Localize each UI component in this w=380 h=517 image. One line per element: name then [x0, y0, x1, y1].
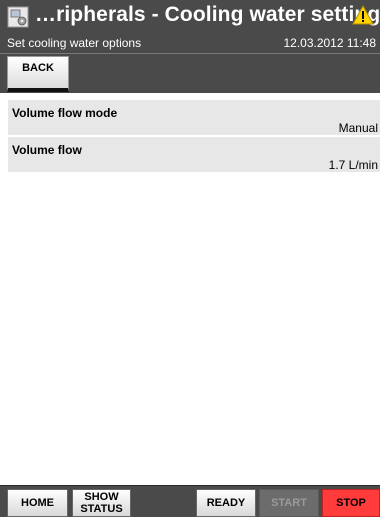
setting-row-volume-flow[interactable]: Volume flow 1.7 L/min — [8, 137, 380, 172]
page-subtitle: Set cooling water options — [7, 36, 142, 50]
date-time: 12.03.2012 11:48 — [283, 36, 376, 50]
setting-value: 1.7 L/min — [328, 158, 378, 172]
toolbar: BACK — [0, 53, 380, 93]
page-title: …ripherals - Cooling water settings — [35, 3, 380, 26]
setting-label: Volume flow — [12, 143, 82, 157]
system-settings-icon — [7, 6, 29, 28]
setting-label: Volume flow mode — [12, 106, 118, 120]
show-status-label-line2: STATUS — [80, 503, 123, 515]
show-status-label-line1: SHOW — [84, 491, 119, 503]
start-button: START — [259, 489, 319, 517]
warning-icon[interactable] — [352, 5, 374, 25]
show-status-button[interactable]: SHOW STATUS — [72, 489, 131, 517]
stop-button[interactable]: STOP — [322, 489, 380, 517]
home-button[interactable]: HOME — [7, 489, 68, 517]
setting-row-volume-flow-mode[interactable]: Volume flow mode Manual — [8, 100, 380, 135]
back-button[interactable]: BACK — [7, 56, 69, 92]
header-bar: …ripherals - Cooling water settings Set … — [0, 0, 380, 53]
footer-bar: HOME SHOW STATUS READY START STOP — [0, 485, 380, 517]
settings-list: Volume flow mode Manual Volume flow 1.7 … — [0, 93, 380, 485]
ready-button[interactable]: READY — [196, 489, 256, 517]
setting-value: Manual — [338, 121, 378, 135]
